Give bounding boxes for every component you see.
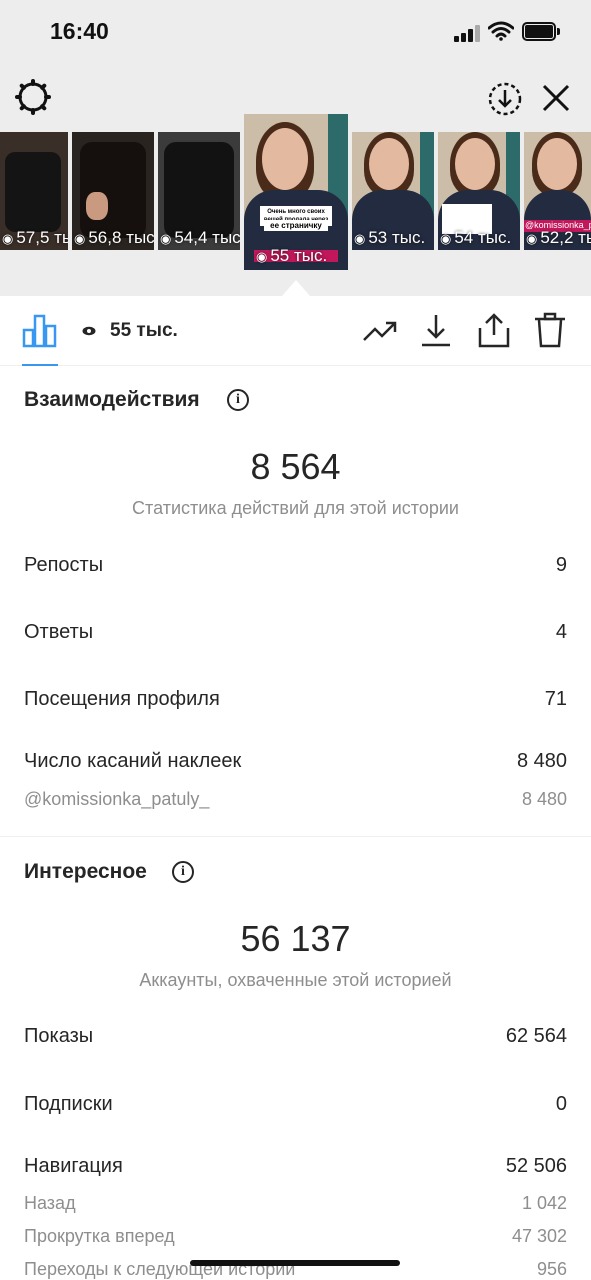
selection-pointer — [282, 280, 310, 296]
views-count: 55 тыс. — [110, 320, 178, 341]
story-thumbnail[interactable]: ◉57,5 тыс. — [0, 132, 68, 250]
stat-value-follows: 0 — [555, 1093, 567, 1115]
eye-icon: ◉ — [526, 231, 538, 246]
stat-value-navigation: 52 506 — [505, 1155, 567, 1177]
stat-value-replies: 4 — [555, 621, 567, 643]
sticker-account-value: 8 480 — [521, 789, 567, 809]
thumbnail-views: 57,5 тыс. — [16, 228, 68, 247]
stat-value-impressions: 62 564 — [505, 1025, 567, 1047]
interactions-caption: Статистика действий для этой истории — [132, 498, 459, 518]
battery-icon — [522, 22, 560, 41]
story-thumbnail[interactable]: ◉ 53 тыс. — [352, 132, 434, 250]
status-bar: 16:40 — [0, 0, 591, 64]
stat-label-reposts: Репосты — [24, 554, 104, 576]
story-thumbnail[interactable]: ◉ 54,4 тыс. — [158, 132, 240, 250]
eye-icon: ◉ — [74, 231, 86, 246]
stat-label-follows: Подписки — [24, 1093, 113, 1115]
discovery-caption: Аккаунты, охваченные этой историей — [139, 970, 452, 990]
thumbnail-views: 55 тыс. — [270, 246, 328, 265]
discovery-total: 56 137 — [240, 918, 351, 959]
trash-icon[interactable] — [532, 312, 568, 348]
stat-label-sticker-taps: Число касаний наклеек — [24, 750, 242, 772]
close-icon[interactable] — [540, 82, 572, 114]
nav-sub-value-next-story: 956 — [536, 1259, 567, 1279]
story-thumbnail[interactable]: ◉ 54 тыс. — [438, 132, 520, 250]
stat-value-sticker-taps: 8 480 — [516, 750, 567, 772]
nav-sub-value-back: 1 042 — [521, 1193, 567, 1213]
thumbnail-caption-2: ее страничку — [264, 220, 328, 231]
save-download-circle-icon[interactable] — [486, 80, 524, 118]
stat-label-navigation: Навигация — [24, 1155, 123, 1177]
eye-icon: ◉ — [2, 231, 14, 246]
stat-label-replies: Ответы — [24, 621, 94, 643]
trending-icon[interactable] — [362, 312, 398, 348]
stat-value-profile-visits: 71 — [544, 688, 567, 710]
thumbnail-views: 56,8 тыс. — [88, 228, 154, 247]
download-icon[interactable] — [418, 312, 454, 348]
settings-gear-icon[interactable] — [14, 78, 52, 116]
stat-label-profile-visits: Посещения профиля — [24, 688, 220, 710]
thumbnail-views: 52,2 тыс. — [540, 228, 591, 247]
nav-sub-label-back: Назад — [24, 1193, 76, 1213]
interactions-title: Взаимодействия — [24, 388, 200, 411]
eye-icon: ◉ — [354, 231, 366, 246]
wifi-icon — [488, 21, 514, 41]
sticker-account-label[interactable]: @komissionka_patuly_ — [24, 789, 209, 810]
eye-icon — [82, 326, 96, 336]
nav-sub-value-forward: 47 302 — [511, 1226, 567, 1246]
eye-icon: ◉ — [440, 231, 452, 246]
thumbnail-views: 53 тыс. — [368, 228, 426, 247]
nav-sub-label-forward: Прокрутка вперед — [24, 1226, 175, 1246]
insights-toolbar: 55 тыс. — [0, 296, 591, 366]
bar-chart-icon[interactable] — [22, 312, 58, 348]
active-tab-indicator — [22, 364, 58, 366]
status-time: 16:40 — [50, 18, 109, 44]
thumbnail-views: 54,4 тыс. — [174, 228, 240, 247]
thumbnail-views: 54 тыс. — [454, 228, 512, 247]
signal-icon — [454, 24, 482, 42]
info-icon[interactable]: i — [227, 389, 249, 411]
story-thumbnail[interactable]: ◉ 56,8 тыс. — [72, 132, 154, 250]
section-divider — [0, 836, 591, 837]
story-thumbnail-active[interactable]: Очень много своих вещей продала через ее… — [244, 114, 348, 270]
story-thumbnail[interactable]: @komissionka_patuly ◉52,2 тыс. — [524, 132, 591, 250]
share-icon[interactable] — [476, 312, 512, 348]
eye-icon: ◉ — [160, 231, 172, 246]
interactions-total: 8 564 — [250, 446, 341, 487]
info-icon[interactable]: i — [172, 861, 194, 883]
eye-icon: ◉ — [256, 249, 268, 264]
discovery-title: Интересное — [24, 860, 147, 883]
stat-value-reposts: 9 — [555, 554, 567, 576]
stat-label-impressions: Показы — [24, 1025, 94, 1047]
home-indicator[interactable] — [190, 1260, 400, 1266]
